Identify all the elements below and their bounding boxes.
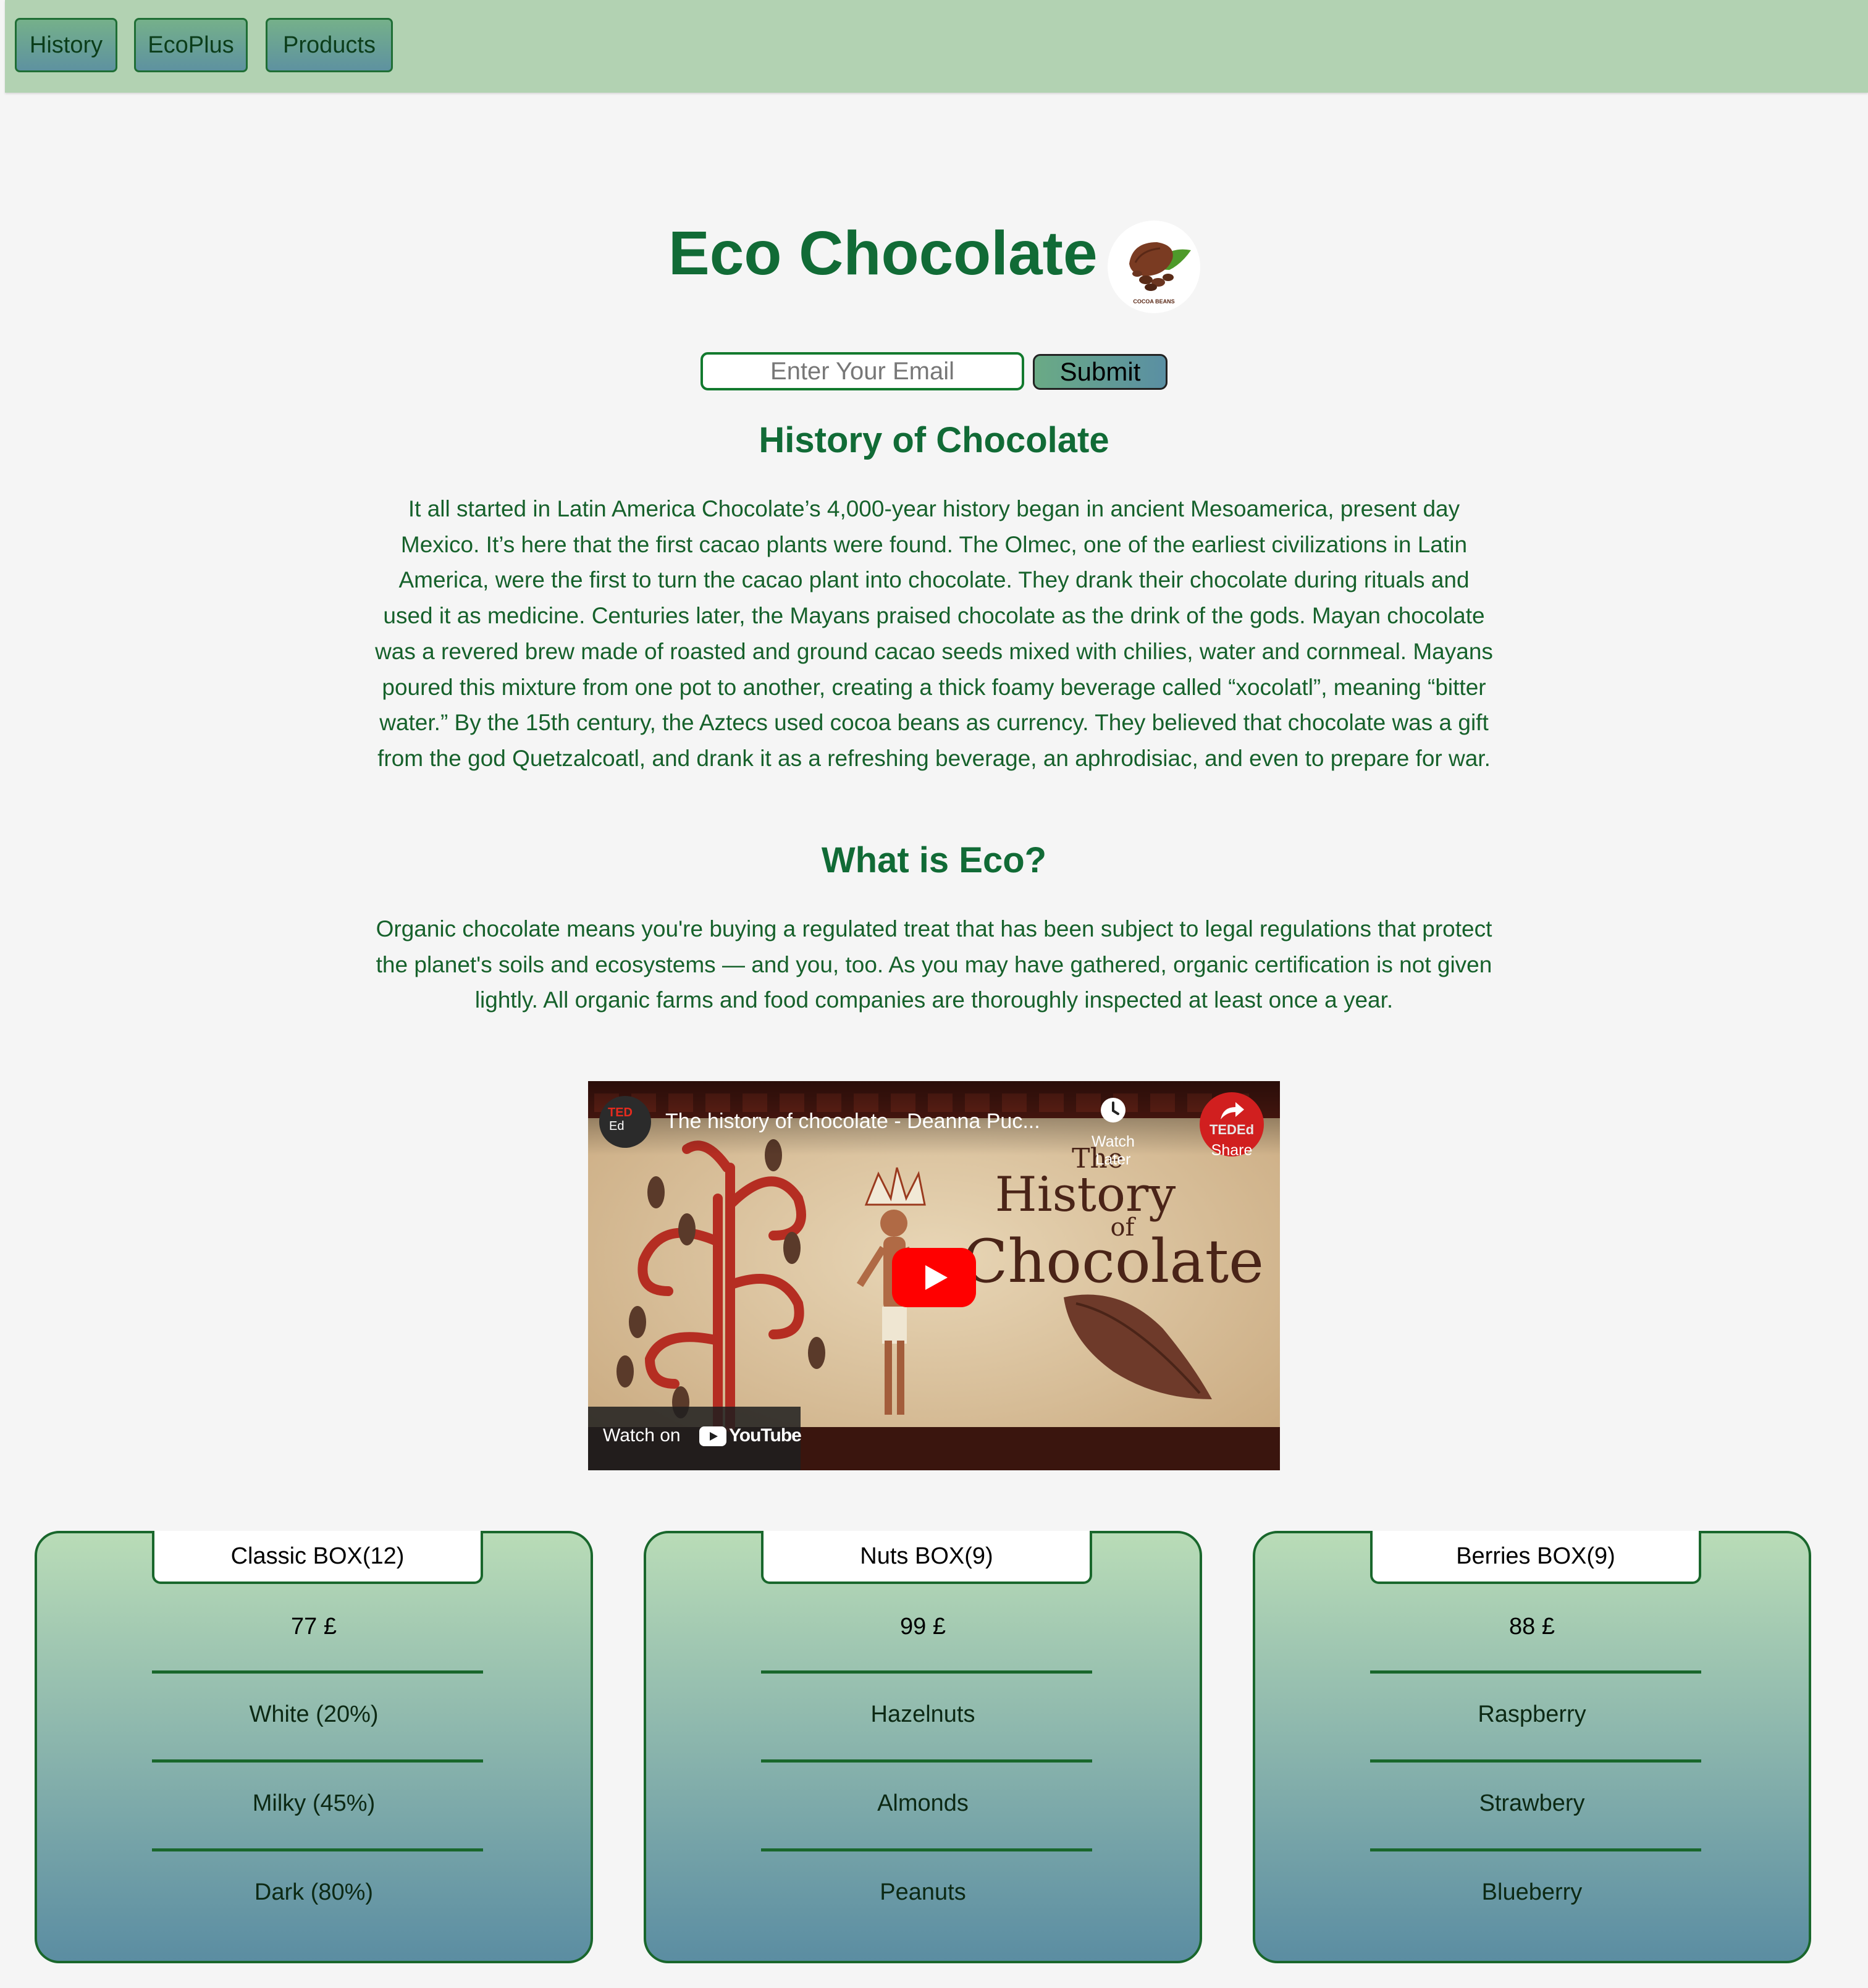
video-embed[interactable]: The History of Chocolate TED Ed The hist…	[588, 1081, 1280, 1470]
product-item: Almonds	[877, 1790, 969, 1816]
channel-badge-top: TED	[608, 1106, 633, 1119]
divider	[1370, 1848, 1701, 1851]
product-item: Raspberry	[1478, 1701, 1586, 1727]
share-label: Share	[1211, 1142, 1253, 1159]
product-item: Peanuts	[880, 1879, 966, 1905]
youtube-logo-icon	[699, 1426, 726, 1446]
cocoa-beans-logo: COCOA BEANS	[1108, 221, 1200, 313]
submit-button[interactable]: Submit	[1033, 354, 1168, 390]
page-title: Eco Chocolate	[668, 219, 1098, 288]
eco-heading: What is Eco?	[821, 840, 1047, 880]
watch-on-label: Watch on	[603, 1425, 681, 1446]
product-card-title: Classic BOX(12)	[152, 1531, 483, 1584]
watch-later-button[interactable]: Watch Later	[1076, 1092, 1150, 1168]
share-arrow-icon	[1221, 1102, 1244, 1119]
channel-avatar[interactable]: TED Ed	[599, 1096, 651, 1148]
play-icon	[892, 1248, 976, 1307]
product-price: 88 £	[1509, 1614, 1555, 1640]
watch-later-label: Watch Later	[1092, 1133, 1135, 1168]
eco-paragraph: Organic chocolate means you're buying a …	[376, 916, 1492, 1013]
product-price: 77 £	[291, 1614, 337, 1640]
top-nav-bar: History EcoPlus Products	[5, 0, 1868, 93]
watch-on-youtube-button[interactable]: Watch on YouTube	[588, 1407, 802, 1470]
product-item: Milky (45%)	[252, 1790, 376, 1816]
product-card-nuts: Nuts BOX(9) 99 £ Hazelnuts Almonds Peanu…	[644, 1531, 1202, 1963]
history-heading: History of Chocolate	[759, 420, 1109, 460]
art-title-line4: Chocolate	[962, 1227, 1264, 1296]
product-card-classic: Classic BOX(12) 77 £ White (20%) Milky (…	[35, 1531, 593, 1963]
clock-icon	[1101, 1098, 1125, 1122]
logo-caption: COCOA BEANS	[1133, 298, 1175, 305]
nav-products-button[interactable]: Products	[266, 18, 393, 72]
product-card-title: Berries BOX(9)	[1370, 1531, 1701, 1584]
video-title[interactable]: The history of chocolate - Deanna Puc...	[665, 1110, 1040, 1134]
youtube-label: YouTube	[729, 1425, 802, 1446]
share-button[interactable]: TEDEd Share	[1200, 1092, 1268, 1160]
divider	[1370, 1670, 1701, 1674]
product-item: White (20%)	[249, 1701, 379, 1727]
art-title-line2: History	[995, 1167, 1176, 1223]
product-item: Blueberry	[1481, 1879, 1583, 1905]
divider	[1370, 1759, 1701, 1763]
divider	[152, 1848, 483, 1851]
share-badge-text: TEDEd	[1209, 1122, 1255, 1137]
product-item: Strawbery	[1479, 1790, 1585, 1816]
product-price: 99 £	[900, 1614, 946, 1640]
product-item: Hazelnuts	[870, 1701, 975, 1727]
history-paragraph: It all started in Latin America Chocolat…	[375, 496, 1493, 771]
divider	[761, 1670, 1092, 1674]
nav-history-button[interactable]: History	[15, 18, 117, 72]
email-input[interactable]	[700, 352, 1024, 390]
product-item: Dark (80%)	[254, 1879, 374, 1905]
nav-ecoplus-button[interactable]: EcoPlus	[134, 18, 248, 72]
divider	[152, 1670, 483, 1674]
divider	[761, 1848, 1092, 1851]
play-button[interactable]	[892, 1248, 976, 1307]
divider	[761, 1759, 1092, 1763]
product-card-berries: Berries BOX(9) 88 £ Raspberry Strawbery …	[1253, 1531, 1811, 1963]
divider	[152, 1759, 483, 1763]
product-card-title: Nuts BOX(9)	[761, 1531, 1092, 1584]
channel-badge-bottom: Ed	[609, 1119, 625, 1133]
